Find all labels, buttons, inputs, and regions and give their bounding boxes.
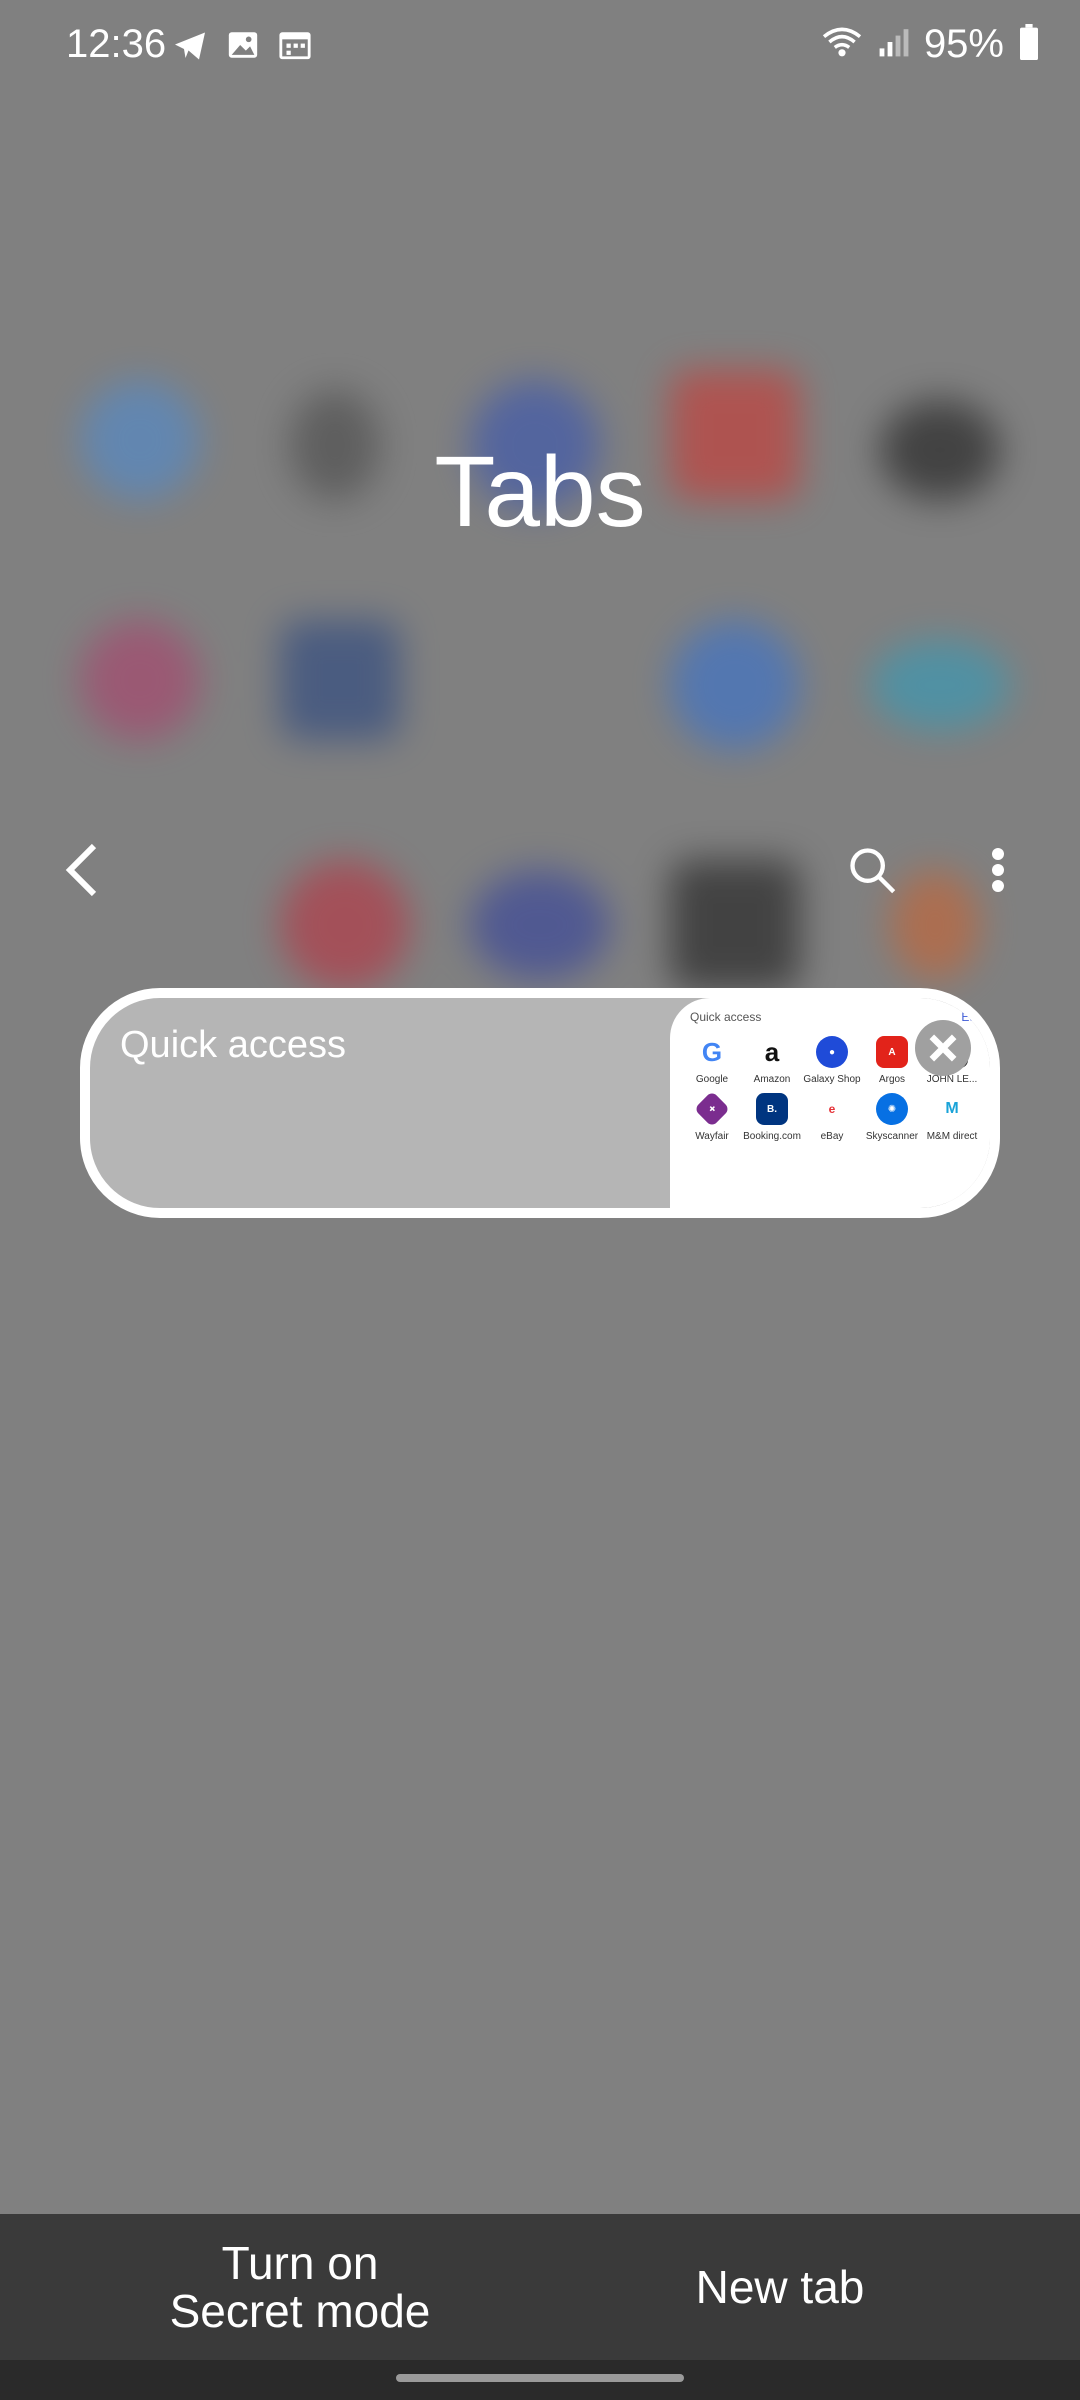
tab-card-quick-access[interactable]: Quick access Quick access Edit G Google … xyxy=(80,988,1000,1218)
mm-direct-icon: M xyxy=(936,1093,968,1125)
secret-mode-line2: Secret mode xyxy=(169,2285,431,2337)
search-tabs-button[interactable] xyxy=(842,840,902,900)
bottom-action-bar: Turn on Secret mode New tab xyxy=(0,2214,1080,2360)
thumbnail-header: Quick access xyxy=(690,1010,762,1024)
new-tab-button[interactable]: New tab xyxy=(560,2214,1000,2360)
thumbnail-edit: Edit xyxy=(961,1010,982,1024)
calendar-icon xyxy=(278,28,312,69)
status-system-icons: 95% xyxy=(820,22,1040,67)
ebay-icon: e xyxy=(816,1093,848,1125)
booking-icon: B. xyxy=(756,1093,788,1125)
quick-access-item: e eBay xyxy=(802,1093,862,1142)
home-indicator[interactable] xyxy=(396,2374,684,2382)
argos-icon: A xyxy=(876,1036,908,1068)
quick-access-item: A Argos xyxy=(862,1036,922,1085)
quick-access-item: a Amazon xyxy=(753,1036,791,1085)
quick-access-item: B. Booking.com xyxy=(742,1093,802,1142)
secret-mode-line1: Turn on xyxy=(221,2237,379,2289)
status-notification-icons xyxy=(172,28,312,69)
turn-on-secret-mode-button[interactable]: Turn on Secret mode xyxy=(60,2214,540,2360)
wifi-icon xyxy=(820,24,864,65)
battery-percentage: 95% xyxy=(923,22,1004,66)
tab-title: Quick access xyxy=(120,1024,346,1066)
wayfair-icon: ✚ xyxy=(693,1090,731,1128)
galaxy-shop-icon: ● xyxy=(816,1036,848,1068)
quick-access-item: ✚ Wayfair xyxy=(682,1090,742,1142)
close-icon xyxy=(929,1034,957,1062)
more-vertical-icon xyxy=(992,848,1004,892)
google-icon: G xyxy=(696,1036,728,1068)
navigation-bar xyxy=(0,2360,1080,2400)
status-bar: 12:36 95% xyxy=(0,0,1080,92)
quick-access-item: ✺ Skyscanner xyxy=(862,1093,922,1142)
telegram-icon xyxy=(172,28,208,69)
battery-icon xyxy=(1018,24,1040,65)
gallery-icon xyxy=(226,28,260,69)
status-time: 12:36 xyxy=(66,22,167,66)
quick-access-item: G Google xyxy=(695,1036,729,1085)
quick-access-item: M M&M direct xyxy=(922,1093,982,1142)
close-tab-button[interactable] xyxy=(915,1020,971,1076)
more-options-button[interactable] xyxy=(968,840,1028,900)
skyscanner-icon: ✺ xyxy=(876,1093,908,1125)
back-button[interactable] xyxy=(52,840,112,900)
amazon-icon: a xyxy=(756,1036,788,1068)
chevron-left-icon xyxy=(65,843,97,897)
search-icon xyxy=(850,848,896,894)
quick-access-item: ● Galaxy Shop xyxy=(802,1036,862,1085)
signal-icon xyxy=(878,24,910,65)
page-title: Tabs xyxy=(434,436,646,548)
